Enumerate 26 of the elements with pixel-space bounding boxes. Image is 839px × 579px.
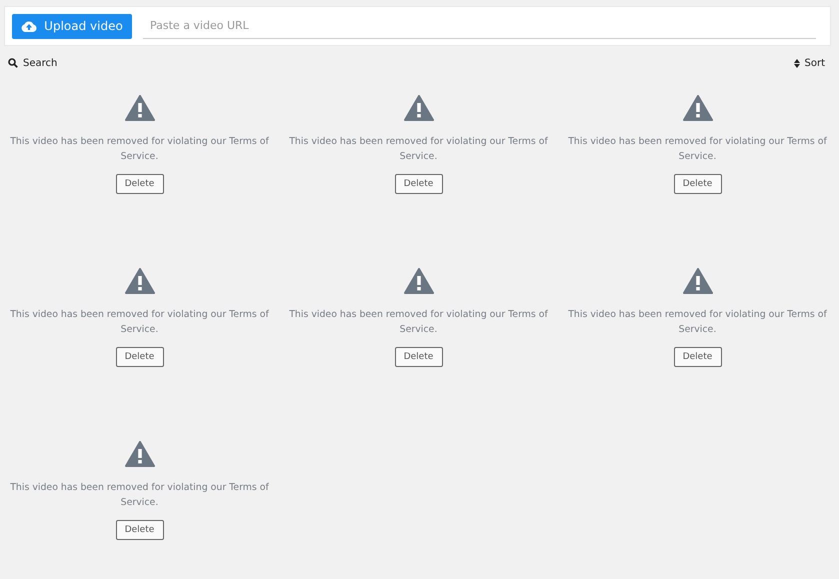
delete-button[interactable]: Delete xyxy=(674,347,722,367)
search-icon xyxy=(8,58,18,68)
cloud-upload-icon xyxy=(21,20,38,32)
warning-icon xyxy=(404,95,434,121)
removed-message: This video has been removed for violating our Terms of Service. xyxy=(9,308,270,337)
delete-button[interactable]: Delete xyxy=(674,174,722,194)
removed-message: This video has been removed for violating our Terms of Service. xyxy=(288,308,549,337)
warning-icon xyxy=(682,95,712,121)
delete-button[interactable]: Delete xyxy=(116,347,164,367)
removed-message: This video has been removed for violating our Terms of Service. xyxy=(288,135,549,164)
warning-icon xyxy=(124,95,154,121)
warning-icon xyxy=(404,268,434,294)
search-link[interactable]: Search xyxy=(8,58,58,68)
delete-button[interactable]: Delete xyxy=(116,174,164,194)
sort-link[interactable]: Sort xyxy=(794,58,825,68)
delete-button[interactable]: Delete xyxy=(394,174,442,194)
removed-message: This video has been removed for violating our Terms of Service. xyxy=(567,308,828,337)
sort-icon xyxy=(794,58,800,68)
removed-message: This video has been removed for violating our Terms of Service. xyxy=(9,481,270,510)
warning-icon xyxy=(124,268,154,294)
warning-icon xyxy=(682,268,712,294)
delete-button[interactable]: Delete xyxy=(116,520,164,540)
removed-message: This video has been removed for violating our Terms of Service. xyxy=(567,135,828,164)
warning-icon xyxy=(124,441,154,467)
removed-message: This video has been removed for violating our Terms of Service. xyxy=(9,135,270,164)
delete-button[interactable]: Delete xyxy=(394,347,442,367)
